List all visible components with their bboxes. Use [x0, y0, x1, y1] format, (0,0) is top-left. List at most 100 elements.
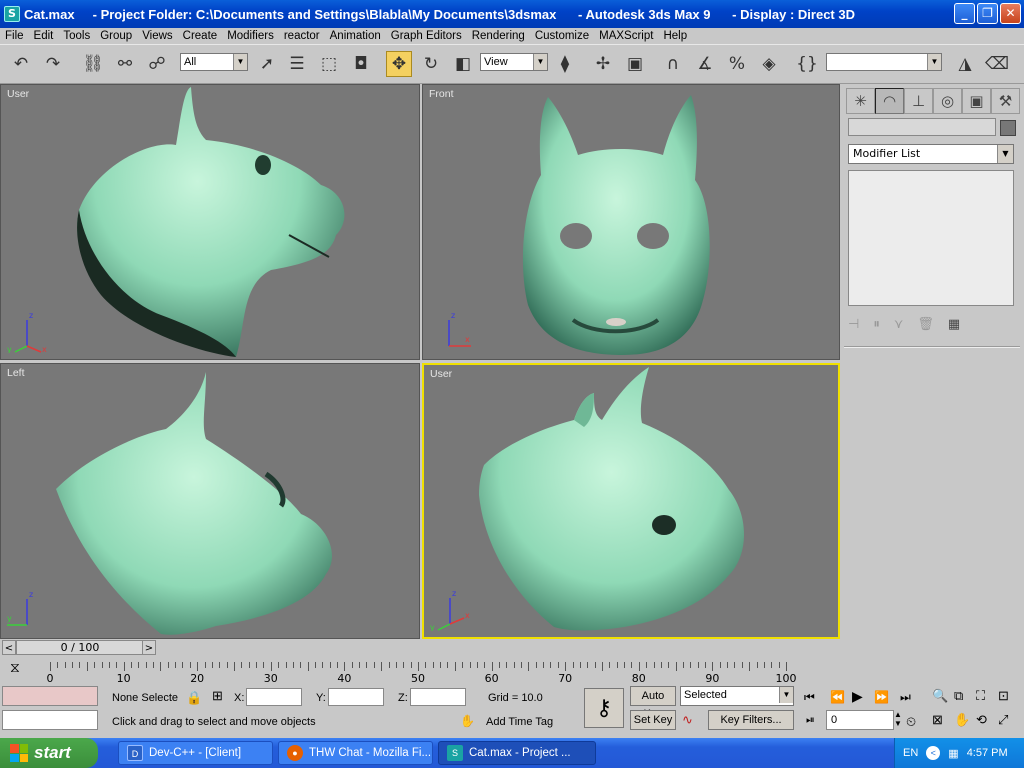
motion-tab-icon[interactable]: ◎: [933, 88, 962, 114]
snaps-toggle-icon[interactable]: ∩: [660, 51, 686, 77]
viewport-user-active[interactable]: User z y x: [422, 363, 840, 639]
redo-icon[interactable]: ↷: [40, 51, 66, 77]
modify-tab-icon[interactable]: ◠: [875, 88, 904, 114]
named-selection-dropdown[interactable]: ▼: [826, 53, 942, 71]
select-and-rotate-icon[interactable]: ↻: [418, 51, 444, 77]
menu-create[interactable]: Create: [178, 30, 223, 42]
create-tab-icon[interactable]: ✳: [846, 88, 875, 114]
key-filters-button[interactable]: Key Filters...: [708, 710, 794, 730]
play-icon[interactable]: ▶: [852, 688, 863, 705]
menu-modifiers[interactable]: Modifiers: [222, 30, 279, 42]
pin-stack-icon[interactable]: ⊣: [848, 317, 859, 332]
task-devcpp[interactable]: D Dev-C++ - [Client]: [118, 741, 273, 765]
select-by-name-icon[interactable]: ☰: [284, 51, 310, 77]
restore-button[interactable]: ❐: [977, 3, 998, 24]
display-tab-icon[interactable]: ▣: [962, 88, 991, 114]
track-bar[interactable]: ⧖ 0 10 20 30 40 50 60 70 80 90 100: [0, 656, 842, 685]
minimize-button[interactable]: _: [954, 3, 975, 24]
set-key-icon[interactable]: ⚷: [584, 688, 624, 728]
menu-edit[interactable]: Edit: [29, 30, 59, 42]
menu-views[interactable]: Views: [137, 30, 177, 42]
menu-reactor[interactable]: reactor: [279, 30, 325, 42]
x-coordinate-field[interactable]: [246, 688, 302, 706]
hierarchy-tab-icon[interactable]: ⊥: [904, 88, 933, 114]
absolute-mode-icon[interactable]: ⊞: [212, 688, 223, 704]
select-and-scale-icon[interactable]: ◧: [450, 51, 476, 77]
mirror-icon[interactable]: ◮: [952, 51, 978, 77]
tray-expand-icon[interactable]: <: [926, 746, 941, 760]
frame-ruler[interactable]: 0 10 20 30 40 50 60 70 80 90 100: [47, 662, 820, 685]
configure-modifier-sets-icon[interactable]: ▦: [948, 317, 960, 332]
menu-rendering[interactable]: Rendering: [467, 30, 530, 42]
menu-animation[interactable]: Animation: [325, 30, 386, 42]
go-to-end-icon[interactable]: ⏭: [900, 690, 911, 705]
time-slider[interactable]: < 0 / 100 >: [0, 640, 842, 656]
zoom-all-icon[interactable]: ⧉: [954, 688, 963, 704]
unlink-icon[interactable]: ⚯: [112, 51, 138, 77]
zoom-icon[interactable]: 🔍: [932, 688, 948, 704]
auto-key-button[interactable]: Auto Key: [630, 686, 676, 720]
zoom-extents-all-icon[interactable]: ⊡: [998, 688, 1009, 704]
select-and-link-icon[interactable]: ⛓: [80, 51, 106, 77]
start-button[interactable]: start: [0, 738, 98, 768]
align-icon[interactable]: ⌫: [984, 51, 1010, 77]
close-button[interactable]: ✕: [1000, 3, 1021, 24]
menu-tools[interactable]: Tools: [58, 30, 95, 42]
next-frame-icon[interactable]: ⏩: [874, 690, 889, 704]
y-coordinate-field[interactable]: [328, 688, 384, 706]
menu-customize[interactable]: Customize: [530, 30, 594, 42]
lock-icon[interactable]: 🔒: [186, 690, 202, 706]
select-object-icon[interactable]: ➚: [254, 51, 280, 77]
task-3dsmax[interactable]: S Cat.max - Project ...: [438, 741, 596, 765]
select-and-manipulate-icon[interactable]: ✢: [590, 51, 616, 77]
track-view-icon[interactable]: ⧖: [10, 660, 20, 676]
menu-file[interactable]: File: [0, 30, 29, 42]
object-name-field[interactable]: [848, 118, 996, 136]
cat-head-model[interactable]: [423, 85, 840, 360]
modifier-list-dropdown[interactable]: Modifier List ▼: [848, 144, 1014, 164]
time-slider-thumb[interactable]: 0 / 100: [16, 640, 144, 655]
zoom-extents-icon[interactable]: ⛶: [976, 688, 985, 704]
field-of-view-icon[interactable]: ⊠: [932, 712, 943, 728]
percent-snap-icon[interactable]: %: [724, 51, 750, 77]
network-icon[interactable]: ▦: [948, 747, 958, 760]
reference-coordinate-dropdown[interactable]: View ▼: [480, 53, 548, 71]
z-coordinate-field[interactable]: [410, 688, 466, 706]
maxscript-listener-pink[interactable]: [2, 686, 98, 706]
cat-head-model[interactable]: [424, 365, 838, 637]
menu-maxscript[interactable]: MAXScript: [594, 30, 658, 42]
key-mode-dropdown[interactable]: Selected ▼: [680, 686, 794, 706]
object-color-swatch[interactable]: [1000, 120, 1016, 136]
task-firefox[interactable]: ● THW Chat - Mozilla Fi...: [278, 741, 433, 765]
remove-modifier-icon[interactable]: 🗑: [917, 317, 934, 332]
spinner-snap-icon[interactable]: ◈: [756, 51, 782, 77]
key-mode-toggle-icon[interactable]: ⏯: [806, 714, 815, 727]
clock[interactable]: 4:57 PM: [967, 747, 1008, 759]
time-slider-next-icon[interactable]: >: [142, 640, 156, 655]
cat-head-model[interactable]: [1, 85, 420, 360]
selection-filter-dropdown[interactable]: All ▼: [180, 53, 248, 71]
viewport-left[interactable]: Left z y: [0, 363, 420, 639]
cat-head-model[interactable]: [1, 364, 420, 639]
arc-rotate-icon[interactable]: ⟲: [976, 712, 987, 728]
window-crossing-icon[interactable]: ◘: [348, 51, 374, 77]
show-end-result-icon[interactable]: ⏸: [873, 317, 880, 332]
maximize-viewport-icon[interactable]: ⤢: [998, 712, 1008, 728]
default-tangent-icon[interactable]: ∿: [682, 712, 693, 728]
viewport-user-top-left[interactable]: User z y x: [0, 84, 420, 360]
angle-snap-icon[interactable]: ∡: [692, 51, 718, 77]
rectangular-selection-icon[interactable]: ⬚: [316, 51, 342, 77]
3dsmax-app-icon[interactable]: S: [4, 6, 20, 22]
time-configuration-icon[interactable]: ⏲: [906, 714, 916, 730]
undo-icon[interactable]: ↶: [8, 51, 34, 77]
make-unique-icon[interactable]: ⋎: [894, 317, 904, 332]
go-to-start-icon[interactable]: ⏮: [804, 690, 815, 705]
frame-spinner-icon[interactable]: ▲ ▼: [894, 710, 902, 728]
modifier-stack[interactable]: [848, 170, 1014, 306]
pan-view-icon[interactable]: ✋: [954, 712, 970, 728]
viewport-front[interactable]: Front z x: [422, 84, 840, 360]
time-slider-prev-icon[interactable]: <: [2, 640, 16, 655]
add-time-tag[interactable]: Add Time Tag: [486, 716, 553, 728]
menu-group[interactable]: Group: [95, 30, 137, 42]
use-pivot-center-icon[interactable]: ⧫: [552, 51, 578, 77]
